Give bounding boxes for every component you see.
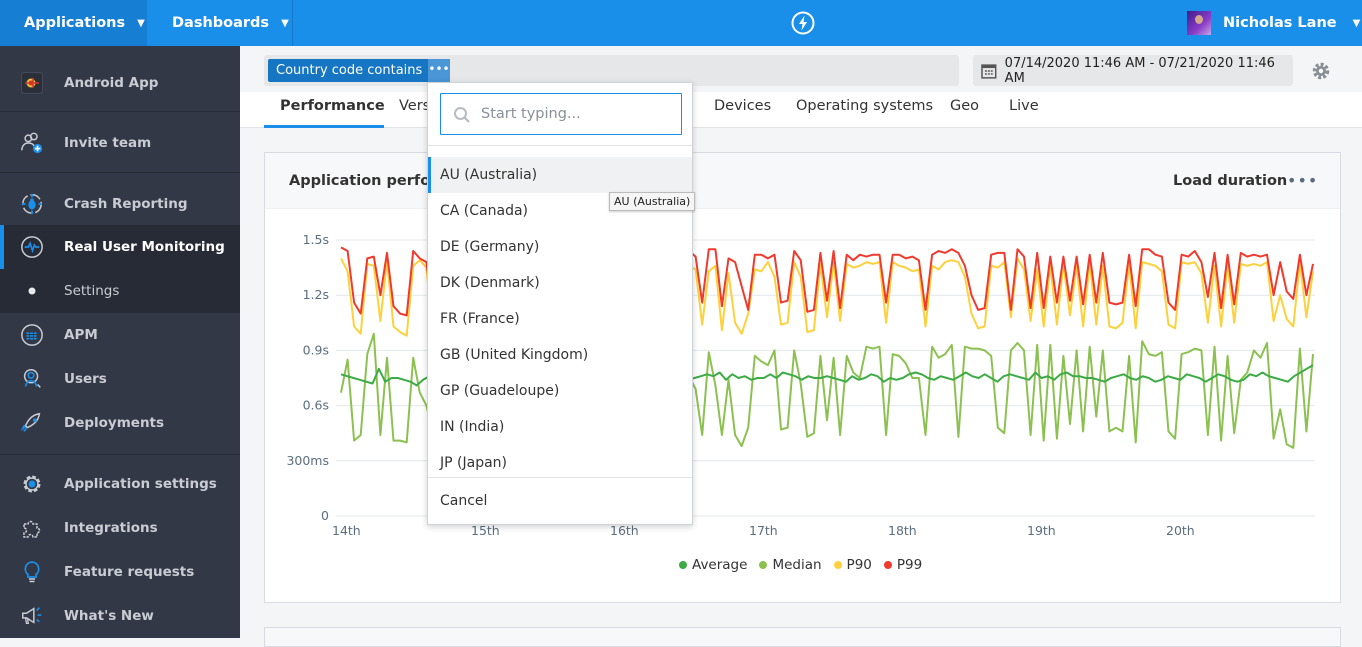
dropdown-option[interactable]: FR (France) [428, 301, 692, 337]
legend-item-p99[interactable]: P99 [883, 557, 923, 573]
dropdown-option[interactable]: DK (Denmark) [428, 265, 692, 301]
legend-dot-average [679, 561, 687, 569]
y-tick-label: 1.2s [303, 287, 329, 302]
dropdown-option[interactable]: AU (Australia) [428, 157, 692, 193]
y-tick-label: 0 [321, 508, 329, 523]
x-tick-label: 16th [610, 523, 639, 538]
y-tick-label: 0.6s [303, 398, 329, 413]
legend-dot-median [759, 561, 768, 569]
legend-label: P99 [896, 557, 923, 573]
dropdown-divider [428, 145, 692, 146]
dropdown-option[interactable]: GB (United Kingdom) [428, 337, 692, 373]
y-tick-label: 300ms [286, 453, 329, 468]
legend-label: Median [772, 557, 822, 573]
search-icon [454, 107, 470, 123]
legend-label: Average [692, 557, 748, 573]
y-tick-label: 1.5s [303, 232, 329, 247]
x-tick-label: 17th [749, 523, 778, 538]
x-tick-label: 19th [1027, 523, 1056, 538]
chart-legend: Average Median P90 P99 [679, 557, 934, 573]
dropdown-cancel-button[interactable]: Cancel [428, 483, 692, 519]
legend-dot-p99 [883, 561, 892, 569]
x-tick-label: 18th [888, 523, 917, 538]
legend-item-median[interactable]: Median [759, 557, 822, 573]
country-code-dropdown: AU (Australia)CA (Canada)DE (Germany)DK … [427, 82, 693, 525]
legend-item-p90[interactable]: P90 [833, 557, 872, 573]
option-tooltip: AU (Australia) [609, 192, 696, 211]
dropdown-option[interactable]: GP (Guadeloupe) [428, 373, 692, 409]
country-search-input[interactable] [481, 102, 671, 126]
legend-dot-p90 [833, 561, 842, 569]
dropdown-divider [428, 477, 692, 478]
dropdown-option[interactable]: JP (Japan) [428, 445, 692, 481]
y-tick-label: 0.9s [303, 342, 329, 357]
legend-item-average[interactable]: Average [679, 557, 747, 573]
x-tick-label: 20th [1166, 523, 1195, 538]
legend-label: P90 [846, 557, 872, 573]
dropdown-search-box[interactable] [440, 93, 682, 135]
dropdown-option[interactable]: DE (Germany) [428, 229, 692, 265]
x-tick-label: 15th [471, 523, 500, 538]
x-tick-label: 14th [332, 523, 361, 538]
dropdown-option[interactable]: IN (India) [428, 409, 692, 445]
